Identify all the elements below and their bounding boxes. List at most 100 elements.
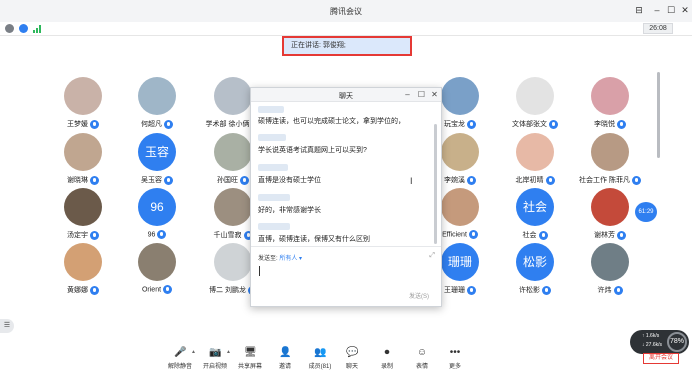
avatar — [214, 77, 252, 115]
avatar: 玉容 — [138, 133, 176, 171]
chat-message: 直博，硕博连读，保博又有什么区别 — [258, 236, 370, 243]
toolbar-label: 更多 — [448, 364, 461, 370]
mic-icon — [467, 285, 476, 295]
participant-name-text: 96 — [147, 231, 156, 239]
chat-minimize-icon[interactable]: – — [403, 90, 412, 99]
avatar — [214, 243, 252, 281]
participant-name: 李晓悦 — [574, 119, 646, 129]
toolbar-button-invite[interactable]: 👤 邀请 — [265, 347, 305, 373]
participant-tile[interactable]: 谢晓琳 — [53, 133, 113, 193]
speaking-indicator: 正在讲话: 郭俊翔; — [282, 36, 412, 56]
shield-icon[interactable] — [19, 24, 28, 33]
participant-tile[interactable]: 汤定宇 — [53, 188, 113, 248]
network-status[interactable]: ↑ 1.6k/s ↓ 27.6k/s 78% — [630, 330, 689, 354]
avatar — [64, 77, 102, 115]
chat-message: 学长说英语考试真题网上可以买到? — [258, 147, 367, 154]
toolbar-button-record[interactable]: ⏺ 录制 — [367, 347, 407, 373]
avatar — [64, 243, 102, 281]
participant-name-text: 社会 — [522, 232, 537, 239]
send-button[interactable]: 发送(S) — [409, 291, 429, 300]
signal-icon[interactable] — [33, 24, 42, 35]
participant-name: 社会工作 陈菲凡 — [574, 175, 646, 185]
participant-tile[interactable]: 社会 社会 — [505, 188, 565, 248]
participant-tile[interactable]: 松影 许松影 — [505, 243, 565, 303]
window-title: 腾讯会议 — [330, 7, 362, 16]
toolbar-label: 解除静音 — [167, 364, 192, 370]
participant-tile[interactable]: 96 96 — [127, 188, 187, 248]
info-icon[interactable] — [5, 24, 14, 33]
toolbar-button-camera-off[interactable]: 📷 开启视频 ▲ — [195, 347, 235, 373]
mic-icon — [90, 230, 99, 240]
pin-icon[interactable]: ⊟ — [634, 5, 644, 15]
maximize-button[interactable]: ☐ — [666, 5, 676, 15]
participant-tile[interactable]: 谢林芳 — [580, 188, 640, 248]
bottom-toolbar: 🎤 解除静音 ▲ 📷 开启视频 ▲ 🖥 共享屏幕 👤 邀请 👥 成员(81) 💬 聊天 ⏺ 录制 ☺ 表情 ••• 更… — [160, 347, 480, 373]
sender-name — [258, 164, 288, 171]
participant-tile[interactable]: 社会工作 陈菲凡 — [579, 133, 641, 193]
minimize-button[interactable]: – — [652, 5, 662, 15]
chat-close-icon[interactable]: ✕ — [430, 90, 439, 99]
participant-name: 许松影 — [499, 285, 571, 295]
mic-icon — [164, 119, 173, 129]
send-to-selector[interactable]: 发送至: 所有人 ▾ — [258, 253, 302, 262]
chat-window: 聊天 – ☐ ✕ 硕博连读，也可以完成硕士论文，拿到学位的， 学长说英语考试真题… — [250, 87, 442, 307]
avatar: 松影 — [516, 243, 554, 281]
mic-icon — [90, 119, 99, 129]
participant-name: 谢林芳 — [574, 230, 646, 240]
mic-icon — [240, 175, 249, 185]
participant-tile[interactable]: 何超凡 — [127, 77, 187, 137]
leave-meeting-button[interactable]: 离开会议 — [643, 353, 679, 364]
mic-muted-icon: 🎤 — [174, 347, 187, 358]
close-button[interactable]: ✕ — [680, 5, 690, 15]
chat-scrollbar[interactable] — [434, 124, 437, 244]
share-screen-icon: 🖥 — [244, 347, 257, 358]
mic-icon — [164, 175, 173, 185]
participant-tile[interactable]: 王梦媛 — [53, 77, 113, 137]
toolbar-button-chat[interactable]: 💬 聊天 — [332, 347, 372, 373]
avatar — [64, 133, 102, 171]
avatar — [138, 243, 176, 281]
meeting-clock: 26:08 — [643, 23, 673, 34]
toolbar-button-mic-muted[interactable]: 🎤 解除静音 ▲ — [160, 347, 200, 373]
toolbar-label: 录制 — [380, 364, 393, 370]
meeting-window: 腾讯会议 ⊟ – ☐ ✕ 26:08 正在讲话: 郭俊翔; 王梦媛 何超凡 学术部 … — [0, 0, 692, 373]
participant-tile[interactable]: 文体部张文 — [505, 77, 565, 137]
participant-name: 吴玉容 — [121, 175, 193, 185]
participant-name-text: 何超凡 — [141, 121, 162, 128]
participant-name-text: 王珊珊 — [444, 287, 465, 294]
chat-input-area[interactable]: 发送至: 所有人 ▾ ⤢ 发送(S) — [251, 246, 441, 306]
participant-tile[interactable]: Orient — [127, 243, 187, 303]
chat-maximize-icon[interactable]: ☐ — [417, 90, 426, 99]
participant-name: 社会 — [499, 230, 571, 240]
participant-tile[interactable]: 李晓悦 — [580, 77, 640, 137]
expand-icon[interactable]: ⤢ — [429, 252, 435, 260]
main-scrollbar[interactable] — [657, 72, 660, 158]
participant-tile[interactable]: 许炜 — [580, 243, 640, 303]
avatar — [591, 243, 629, 281]
participant-name-text: 北岸初晴 — [515, 177, 544, 184]
participant-name: 许炜 — [574, 285, 646, 295]
participant-tile[interactable]: 北岸初晴 — [505, 133, 565, 193]
chevron-down-icon[interactable]: ▾ — [299, 256, 302, 262]
participant-name: Orient — [121, 285, 193, 294]
participant-name: 汤定宇 — [47, 230, 119, 240]
members-icon: 👥 — [314, 347, 327, 358]
participant-name: 96 — [121, 230, 193, 239]
participant-name: 北岸初晴 — [499, 175, 571, 185]
avatar — [441, 188, 479, 226]
participant-name-text: 学术部 徐小俩 — [205, 121, 250, 128]
participant-name-text: 汤定宇 — [67, 232, 88, 239]
title-bar: 腾讯会议 ⊟ – ☐ ✕ — [0, 0, 692, 22]
mic-icon — [617, 230, 626, 240]
send-to-value[interactable]: 所有人 — [279, 256, 297, 262]
participant-name-text: 王梦媛 — [67, 121, 88, 128]
side-panel-toggle[interactable]: ☰ — [0, 319, 14, 333]
participant-tile[interactable]: 黄娜娜 — [53, 243, 113, 303]
toolbar-button-more[interactable]: ••• 更多 — [435, 347, 475, 373]
toolbar-button-share-screen[interactable]: 🖥 共享屏幕 — [230, 347, 270, 373]
participant-name-text: 文体部张文 — [512, 121, 547, 128]
download-speed: ↓ 27.6k/s — [642, 342, 663, 348]
avatar — [441, 77, 479, 115]
participant-tile[interactable]: 玉容 吴玉容 — [127, 133, 187, 193]
participant-name: 谢晓琳 — [47, 175, 119, 185]
